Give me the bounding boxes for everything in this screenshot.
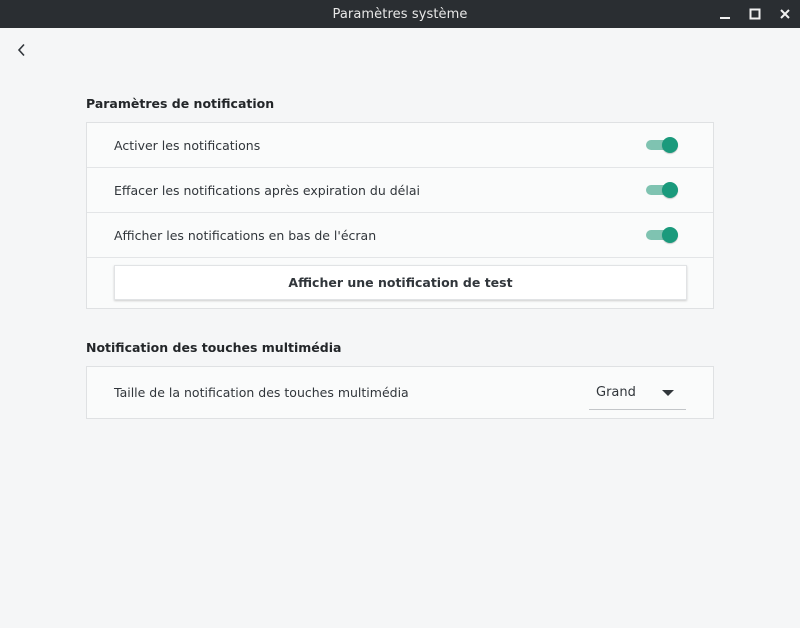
toggle-knob [662, 137, 678, 153]
enable-notifications-label: Activer les notifications [114, 137, 261, 153]
close-icon [780, 9, 790, 19]
toggle-knob [662, 182, 678, 198]
multimedia-size-value: Grand [596, 384, 636, 400]
settings-row-multimedia-size: Taille de la notification des touches mu… [87, 367, 713, 418]
notification-settings-title: Paramètres de notification [86, 96, 275, 111]
multimedia-size-label: Taille de la notification des touches mu… [114, 385, 409, 400]
maximize-icon [749, 8, 761, 20]
settings-row-enable-notifications: Activer les notifications [87, 123, 713, 168]
test-notification-button[interactable]: Afficher une notification de test [114, 265, 687, 300]
test-notification-row: Afficher une notification de test [87, 258, 713, 308]
close-button[interactable] [770, 0, 800, 28]
chevron-left-icon [17, 43, 25, 57]
dropdown-arrow-icon [662, 389, 674, 396]
multimedia-settings-title: Notification des touches multimédia [86, 340, 342, 355]
back-button[interactable] [10, 38, 34, 62]
clear-after-timeout-toggle[interactable] [646, 181, 678, 199]
multimedia-size-dropdown[interactable]: Grand [589, 376, 686, 410]
maximize-button[interactable] [740, 0, 770, 28]
clear-after-timeout-label: Effacer les notifications après expirati… [114, 182, 420, 198]
enable-notifications-toggle[interactable] [646, 136, 678, 154]
settings-row-clear-after-timeout: Effacer les notifications après expirati… [87, 168, 713, 213]
bottom-position-toggle[interactable] [646, 226, 678, 244]
window-title: Paramètres système [332, 6, 468, 22]
settings-row-bottom-position: Afficher les notifications en bas de l'é… [87, 213, 713, 258]
toggle-knob [662, 227, 678, 243]
bottom-position-label: Afficher les notifications en bas de l'é… [114, 227, 377, 243]
notification-settings-card: Activer les notifications Effacer les no… [86, 122, 714, 309]
title-bar: Paramètres système [0, 0, 800, 28]
minimize-icon [720, 17, 730, 19]
minimize-button[interactable] [710, 0, 740, 28]
window-controls [710, 0, 800, 28]
multimedia-settings-card: Taille de la notification des touches mu… [86, 366, 714, 419]
